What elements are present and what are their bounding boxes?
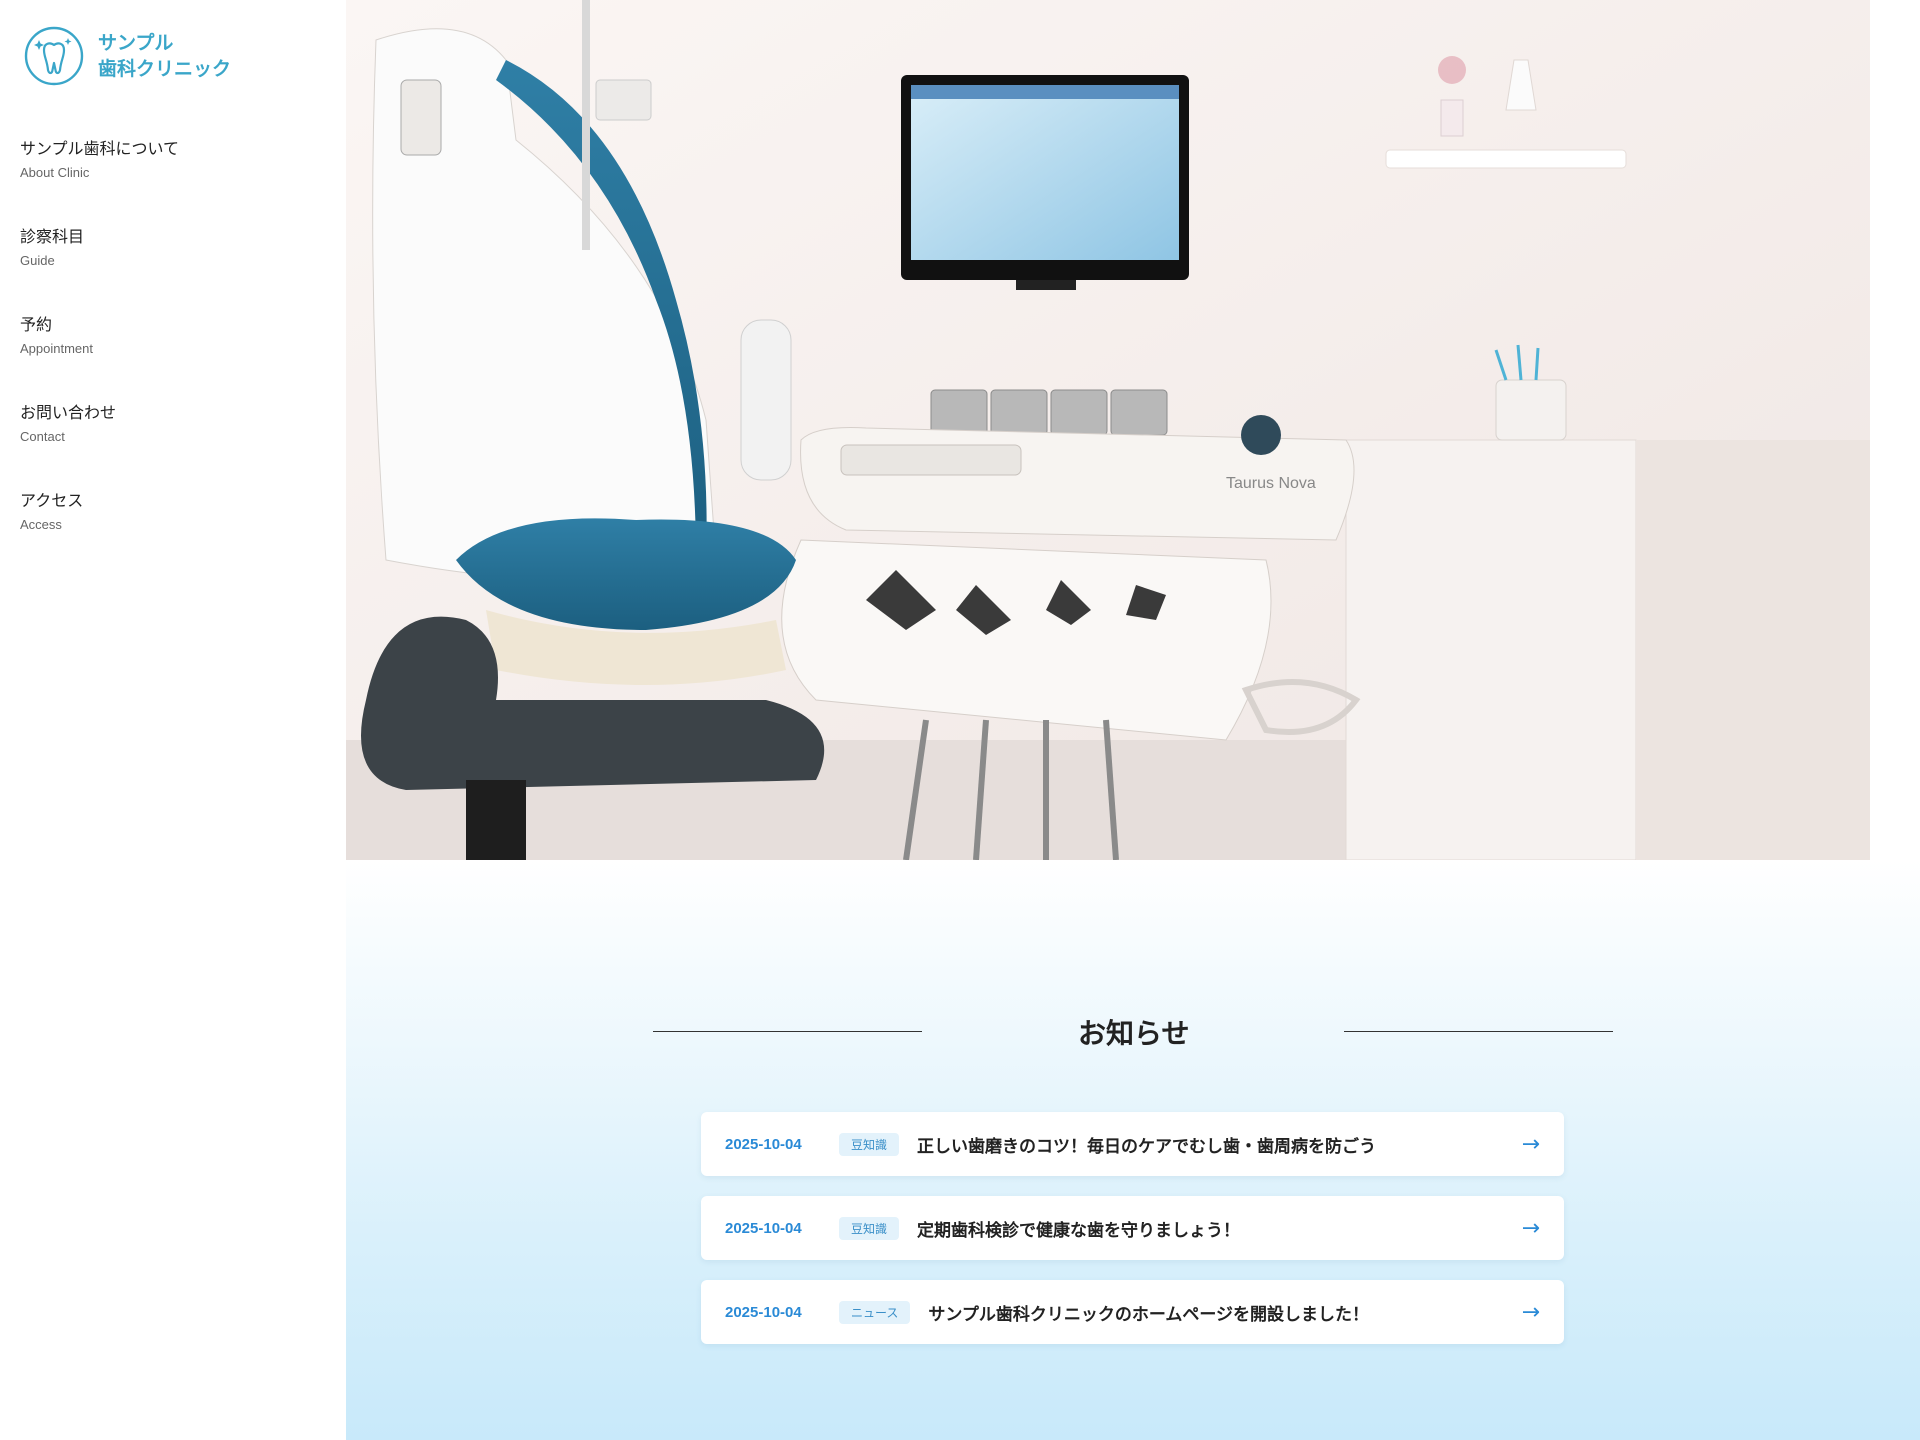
news-headline: サンプル歯科クリニックのホームページを開設しました！ — [928, 1304, 1370, 1325]
nav-label-ja: お問い合わせ — [20, 403, 117, 422]
nav-label-en: Guide — [20, 253, 55, 268]
main-nav: サンプル歯科について About Clinic 診察科目 Guide 予約 Ap… — [20, 138, 179, 578]
nav-item-contact[interactable]: お問い合わせ Contact — [20, 402, 179, 490]
clinic-name-line2: 歯科クリニック — [98, 58, 232, 80]
nav-item-about[interactable]: サンプル歯科について About Clinic — [20, 138, 179, 226]
nav-label-ja: サンプル歯科について — [20, 139, 180, 158]
clinic-name-line1: サンプル — [98, 32, 174, 54]
news-section-title: お知らせ — [1078, 1017, 1190, 1050]
news-list: 2025-10-04 豆知識 正しい歯磨きのコツ！毎日のケアでむし歯・歯周病を防… — [701, 1112, 1564, 1364]
nav-label-en: Appointment — [20, 341, 93, 356]
nav-label-ja: アクセス — [20, 491, 84, 510]
title-divider-left — [653, 1031, 922, 1032]
news-section: お知らせ 2025-10-04 豆知識 正しい歯磨きのコツ！毎日のケアでむし歯・… — [346, 860, 1920, 1440]
news-item[interactable]: 2025-10-04 豆知識 正しい歯磨きのコツ！毎日のケアでむし歯・歯周病を防… — [701, 1112, 1564, 1176]
arrow-right-icon: → — [1521, 1215, 1540, 1241]
nav-item-guide[interactable]: 診察科目 Guide — [20, 226, 179, 314]
news-date: 2025-10-04 — [725, 1219, 802, 1237]
arrow-right-icon: → — [1521, 1299, 1540, 1325]
news-item[interactable]: 2025-10-04 ニュース サンプル歯科クリニックのホームページを開設しまし… — [701, 1280, 1564, 1344]
nav-label-en: Contact — [20, 429, 65, 444]
news-headline: 正しい歯磨きのコツ！毎日のケアでむし歯・歯周病を防ごう — [917, 1136, 1377, 1157]
news-category-tag: ニュース — [839, 1300, 911, 1324]
title-divider-right — [1344, 1031, 1613, 1032]
news-date: 2025-10-04 — [725, 1303, 802, 1321]
clinic-logo[interactable]: サンプル 歯科クリニック — [24, 26, 231, 86]
news-category-tag: 豆知識 — [839, 1132, 900, 1156]
news-headline: 定期歯科検診で健康な歯を守りましょう！ — [917, 1220, 1241, 1241]
news-category-tag: 豆知識 — [839, 1216, 900, 1240]
nav-item-access[interactable]: アクセス Access — [20, 490, 179, 578]
news-date: 2025-10-04 — [725, 1135, 802, 1153]
hero-image: Taurus Nova — [346, 0, 1870, 860]
tooth-sparkle-icon — [24, 26, 84, 86]
sidebar: サンプル 歯科クリニック サンプル歯科について About Clinic 診察科… — [0, 0, 346, 1440]
nav-label-ja: 予約 — [20, 315, 53, 334]
arrow-right-icon: → — [1521, 1131, 1540, 1157]
clinic-name: サンプル 歯科クリニック — [98, 30, 231, 82]
nav-label-ja: 診察科目 — [20, 227, 85, 246]
nav-item-appointment[interactable]: 予約 Appointment — [20, 314, 179, 402]
nav-label-en: About Clinic — [20, 165, 90, 180]
unit-brand-label: Taurus Nova — [1226, 475, 1316, 492]
nav-label-en: Access — [20, 517, 62, 532]
news-item[interactable]: 2025-10-04 豆知識 定期歯科検診で健康な歯を守りましょう！ → — [701, 1196, 1564, 1260]
dental-room-illustration: Taurus Nova — [346, 0, 1870, 860]
